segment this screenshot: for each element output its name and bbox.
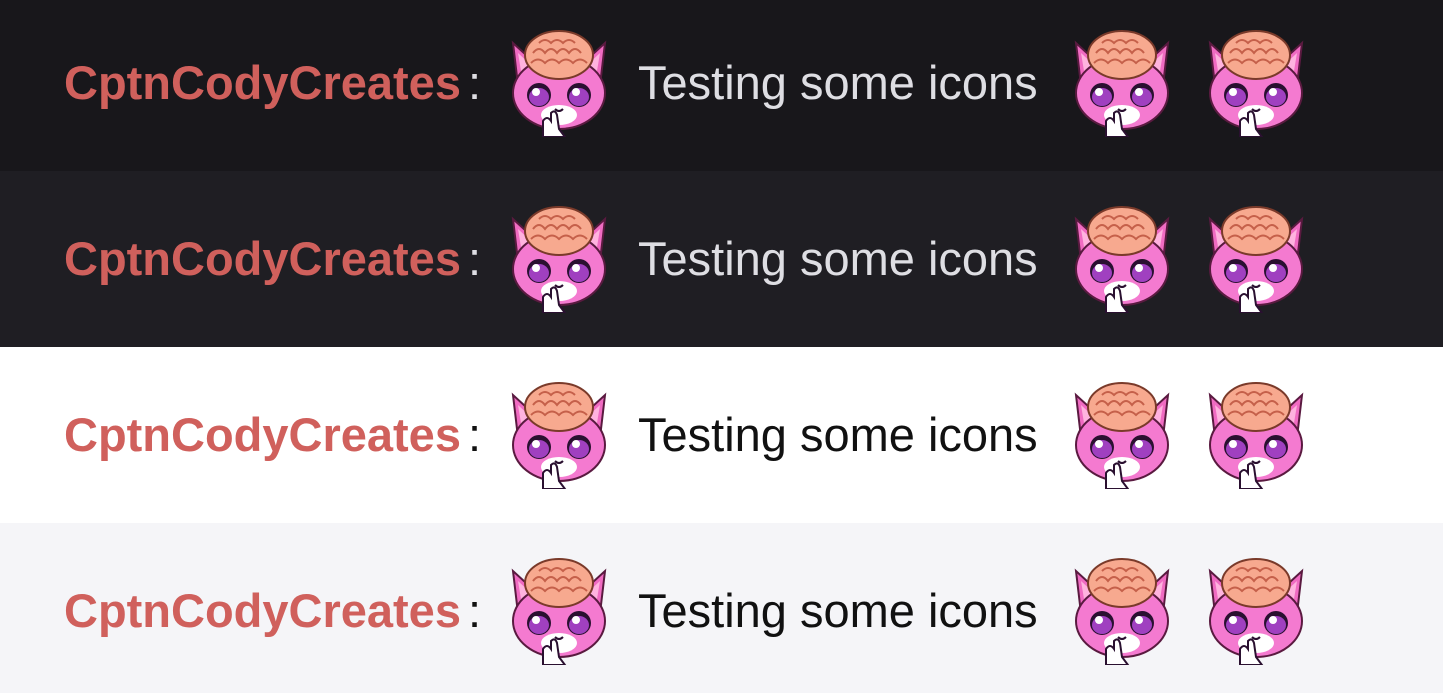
brain-cat-emote-icon[interactable] [1200, 553, 1312, 665]
brain-cat-emote-icon[interactable] [1066, 553, 1178, 665]
chat-row-dark-alt: CptnCodyCreates : Testing some icons [0, 171, 1443, 347]
chat-separator: : [468, 584, 482, 637]
brain-cat-emote-icon[interactable] [1200, 201, 1312, 313]
brain-cat-emote-icon[interactable] [1200, 377, 1312, 489]
brain-cat-emote-icon[interactable] [1200, 25, 1312, 137]
chat-row-light-alt: CptnCodyCreates : Testing some icons [0, 523, 1443, 693]
chat-message-text: Testing some icons [638, 584, 1038, 637]
chat-separator: : [468, 408, 482, 461]
brain-cat-emote-icon[interactable] [503, 377, 615, 489]
brain-cat-emote-icon[interactable] [503, 553, 615, 665]
chat-username[interactable]: CptnCodyCreates [64, 59, 461, 106]
chat-username[interactable]: CptnCodyCreates [64, 587, 461, 634]
chat-message-text: Testing some icons [638, 408, 1038, 461]
brain-cat-emote-icon[interactable] [1066, 25, 1178, 137]
chat-separator: : [468, 56, 482, 109]
chat-message-text: Testing some icons [638, 56, 1038, 109]
brain-cat-emote-icon[interactable] [1066, 377, 1178, 489]
brain-cat-emote-icon[interactable] [1066, 201, 1178, 313]
chat-message-list: CptnCodyCreates : Testing some icons Cpt… [0, 0, 1443, 693]
chat-username[interactable]: CptnCodyCreates [64, 235, 461, 282]
brain-cat-emote-icon[interactable] [503, 201, 615, 313]
chat-row-light: CptnCodyCreates : Testing some icons [0, 347, 1443, 523]
chat-row-dark: CptnCodyCreates : Testing some icons [0, 0, 1443, 171]
chat-message-text: Testing some icons [638, 232, 1038, 285]
chat-separator: : [468, 232, 482, 285]
brain-cat-emote-icon[interactable] [503, 25, 615, 137]
chat-username[interactable]: CptnCodyCreates [64, 411, 461, 458]
